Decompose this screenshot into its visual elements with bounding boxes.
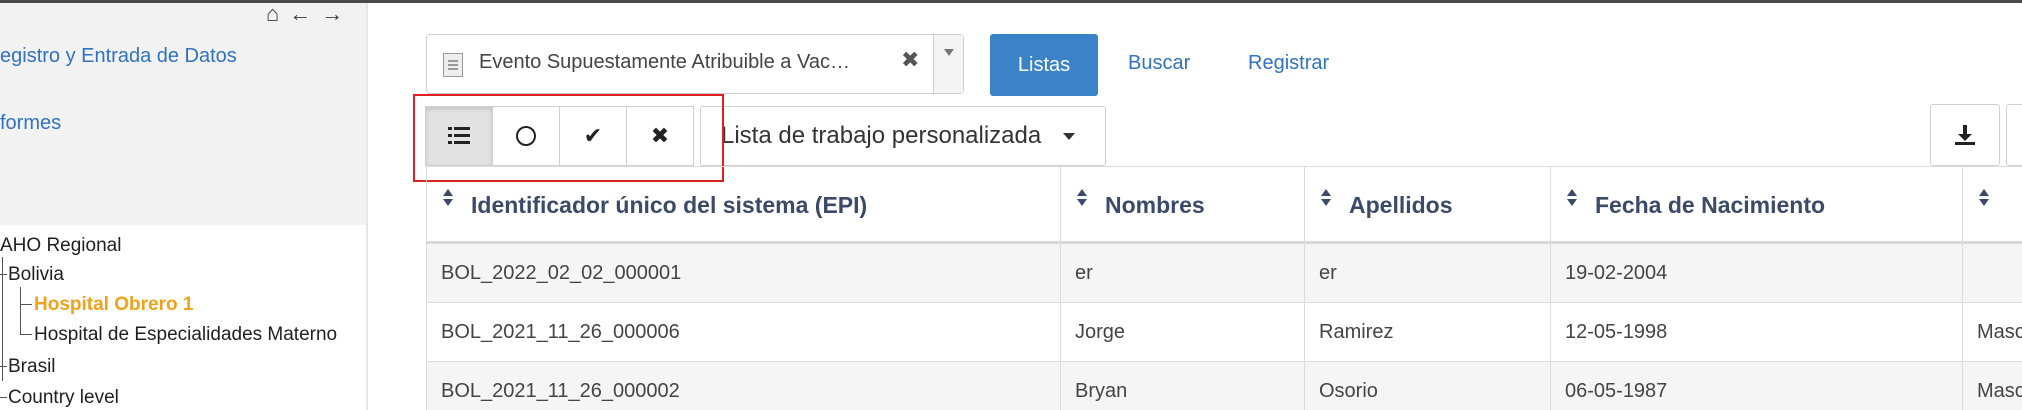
- tree-item-hospital-obrero[interactable]: Hospital Obrero 1: [34, 294, 193, 316]
- cell-nombres: Jorge: [1060, 303, 1304, 362]
- column-header-sexo[interactable]: [1962, 167, 2022, 243]
- toolbar-extra-button[interactable]: [2006, 104, 2022, 166]
- cell-fecha: 19-02-2004: [1550, 244, 1962, 303]
- tree-connector: [20, 287, 21, 335]
- worklist-label: Lista de trabajo personalizada: [721, 122, 1042, 149]
- cell-nombres: er: [1060, 244, 1304, 303]
- cell-apellidos: Ramirez: [1304, 303, 1550, 362]
- tree-item-region[interactable]: AHO Regional: [0, 235, 121, 257]
- tree-item-brasil[interactable]: Brasil: [8, 356, 56, 378]
- tree-connector: [20, 334, 32, 335]
- cell-fecha: 12-05-1998: [1550, 303, 1962, 362]
- tree-connector: [0, 274, 7, 275]
- listas-button[interactable]: Listas: [990, 34, 1098, 96]
- menu-informes-link[interactable]: formes: [0, 112, 61, 135]
- chevron-down-icon: [944, 49, 954, 56]
- cell-sexo: [1962, 244, 2022, 303]
- cross-icon: ✖: [650, 123, 670, 148]
- clear-icon[interactable]: ✖: [901, 47, 919, 73]
- cell-apellidos: Osorio: [1304, 362, 1550, 410]
- menu-registro-link[interactable]: egistro y Entrada de Datos: [0, 45, 237, 68]
- tree-connector: [0, 397, 7, 398]
- cell-sexo: Masc: [1962, 303, 2022, 362]
- document-icon: [443, 53, 463, 77]
- select-toggle[interactable]: [933, 35, 963, 93]
- tree-connector: [20, 304, 32, 305]
- event-type-select[interactable]: Evento Supuestamente Atribuible a Vac… ✖: [426, 34, 964, 94]
- cell-epi: BOL_2022_02_02_000001: [426, 244, 1060, 303]
- list-filter-toolbar: ✔ ✖ Lista de trabajo personalizada: [425, 106, 1106, 166]
- tree-item-hospital-especialidades[interactable]: Hospital de Especialidades Materno: [34, 324, 337, 346]
- table-row[interactable]: BOL_2021_11_26_000006 Jorge Ramirez 12-0…: [426, 303, 2022, 362]
- list-all-button[interactable]: [425, 106, 493, 166]
- worklist-dropdown[interactable]: Lista de trabajo personalizada: [700, 106, 1106, 166]
- org-tree: AHO Regional Bolivia Hospital Obrero 1 H…: [0, 231, 366, 410]
- event-type-value: Evento Supuestamente Atribuible a Vac…: [479, 51, 850, 73]
- sort-icon[interactable]: [1075, 189, 1089, 209]
- cell-epi: BOL_2021_11_26_000006: [426, 303, 1060, 362]
- sort-icon[interactable]: [441, 189, 455, 209]
- records-table: Identificador único del sistema (EPI) No…: [426, 166, 2022, 410]
- column-header-epi[interactable]: Identificador único del sistema (EPI): [426, 167, 1060, 243]
- circle-icon: [516, 126, 536, 146]
- column-header-apellidos[interactable]: Apellidos: [1304, 167, 1550, 243]
- column-header-fecha-nacimiento[interactable]: Fecha de Nacimiento: [1550, 167, 1962, 243]
- table-row[interactable]: BOL_2021_11_26_000002 Bryan Osorio 06-05…: [426, 362, 2022, 410]
- sort-icon[interactable]: [1319, 189, 1333, 209]
- tree-item-country-level[interactable]: Country level: [8, 387, 119, 409]
- cell-epi: BOL_2021_11_26_000002: [426, 362, 1060, 410]
- cell-apellidos: er: [1304, 244, 1550, 303]
- arrow-left-icon[interactable]: ←: [289, 3, 311, 25]
- sidebar: ⌂ ← → egistro y Entrada de Datos formes …: [0, 3, 368, 410]
- list-icon: [448, 127, 470, 145]
- nav-icons: ⌂ ← →: [266, 3, 343, 25]
- sidebar-divider: [366, 3, 368, 410]
- cell-fecha: 06-05-1987: [1550, 362, 1962, 410]
- check-icon: ✔: [583, 123, 603, 148]
- tree-connector: [0, 366, 7, 367]
- caret-down-icon: [1063, 132, 1076, 140]
- rejected-filter-button[interactable]: ✖: [626, 106, 694, 166]
- arrow-right-icon[interactable]: →: [321, 3, 343, 25]
- home-icon[interactable]: ⌂: [266, 3, 279, 25]
- registrar-link[interactable]: Registrar: [1248, 52, 1329, 75]
- completed-filter-button[interactable]: ✔: [559, 106, 627, 166]
- pending-filter-button[interactable]: [492, 106, 560, 166]
- sidebar-menu: ⌂ ← → egistro y Entrada de Datos formes: [0, 3, 368, 225]
- sort-icon[interactable]: [1565, 189, 1579, 209]
- cell-sexo: Masc: [1962, 362, 2022, 410]
- cell-nombres: Bryan: [1060, 362, 1304, 410]
- sort-icon[interactable]: [1977, 189, 1991, 209]
- download-button[interactable]: [1930, 104, 2000, 166]
- column-header-nombres[interactable]: Nombres: [1060, 167, 1304, 243]
- buscar-link[interactable]: Buscar: [1128, 52, 1190, 75]
- table-row[interactable]: BOL_2022_02_02_000001 er er 19-02-2004: [426, 244, 2022, 303]
- tree-connector: [2, 257, 3, 381]
- download-icon: [1955, 125, 1975, 145]
- table-header: Identificador único del sistema (EPI) No…: [426, 166, 2022, 244]
- tree-item-bolivia[interactable]: Bolivia: [8, 264, 64, 286]
